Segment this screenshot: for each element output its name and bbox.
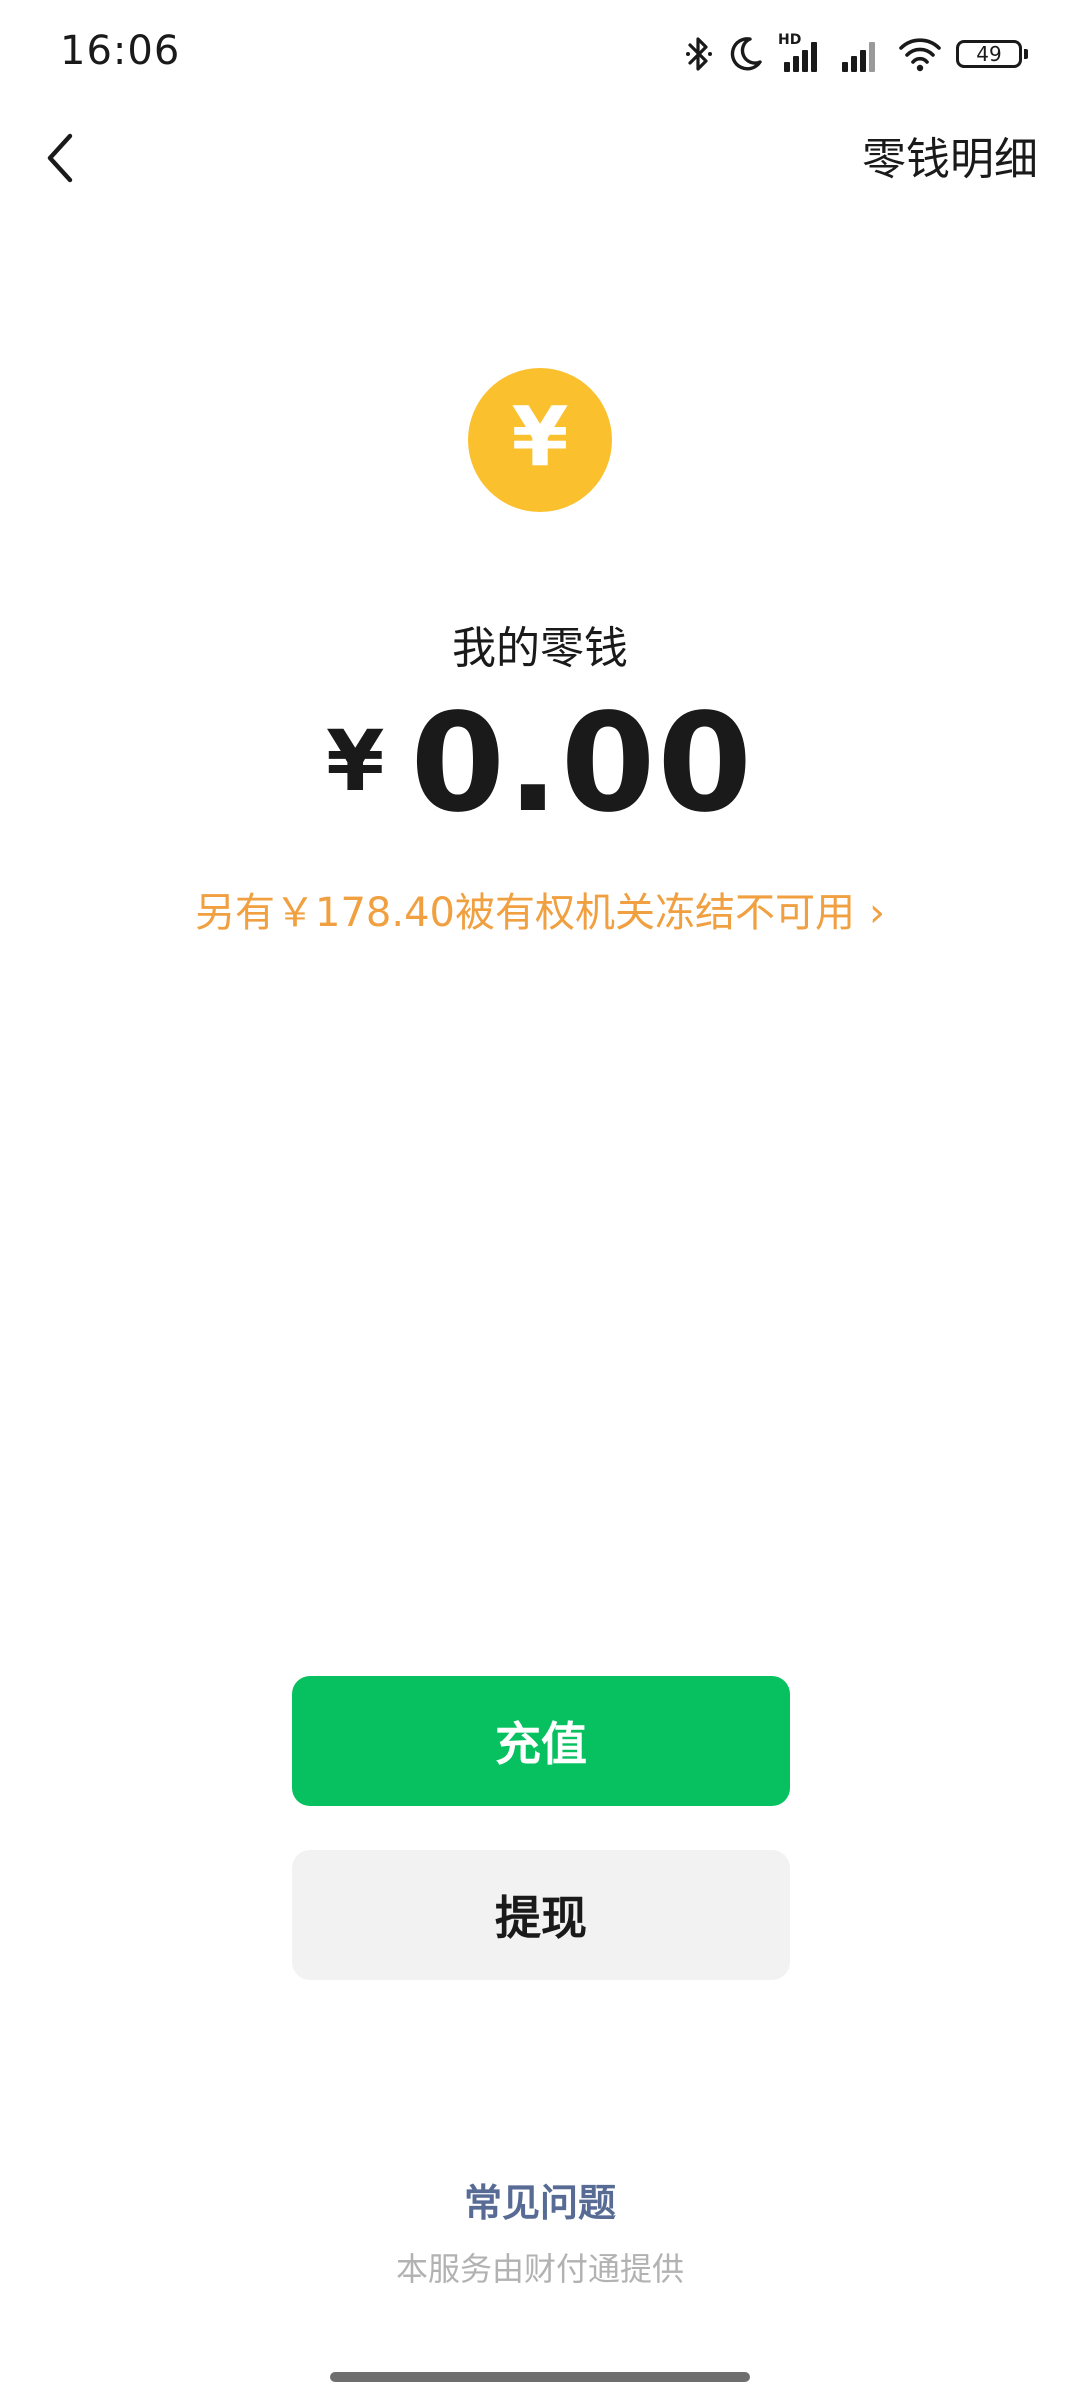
provider-note: 本服务由财付通提供 bbox=[395, 2250, 684, 2288]
recharge-button[interactable]: 充值 bbox=[292, 1676, 790, 1806]
status-time: 16:06 bbox=[60, 28, 181, 74]
coin-glyph: ¥ bbox=[511, 390, 569, 485]
wifi-icon bbox=[898, 34, 942, 74]
transaction-details-link[interactable]: 零钱明细 bbox=[862, 128, 1038, 192]
yuan-coin-icon: ¥ bbox=[468, 368, 612, 512]
balance-label: 我的零钱 bbox=[452, 623, 628, 674]
nav-bar: 零钱明细 bbox=[0, 110, 1080, 210]
frozen-funds-text: 另有￥178.40被有权机关冻结不可用 bbox=[195, 890, 855, 936]
currency-symbol: ¥ bbox=[325, 712, 385, 810]
bluetooth-icon bbox=[684, 34, 714, 74]
hd-signal-icon: HD bbox=[778, 32, 824, 74]
chevron-left-icon bbox=[42, 130, 78, 190]
status-bar: 16:06 HD 49 bbox=[0, 0, 1080, 110]
status-icons: HD 49 bbox=[684, 30, 1028, 78]
battery-icon: 49 bbox=[956, 40, 1028, 68]
frozen-funds-notice[interactable]: 另有￥178.40被有权机关冻结不可用 › bbox=[0, 880, 1080, 938]
home-indicator[interactable] bbox=[330, 2372, 750, 2382]
faq-link[interactable]: 常见问题 bbox=[0, 2172, 1080, 2227]
do-not-disturb-moon-icon bbox=[728, 34, 764, 74]
amount-value: 0.00 bbox=[410, 685, 754, 843]
balance-amount: ¥ 0.00 bbox=[0, 685, 1080, 843]
battery-level: 49 bbox=[976, 42, 1002, 66]
signal-icon bbox=[838, 34, 884, 74]
chevron-right-icon: › bbox=[868, 890, 885, 936]
withdraw-button[interactable]: 提现 bbox=[292, 1850, 790, 1980]
back-button[interactable] bbox=[28, 128, 92, 192]
